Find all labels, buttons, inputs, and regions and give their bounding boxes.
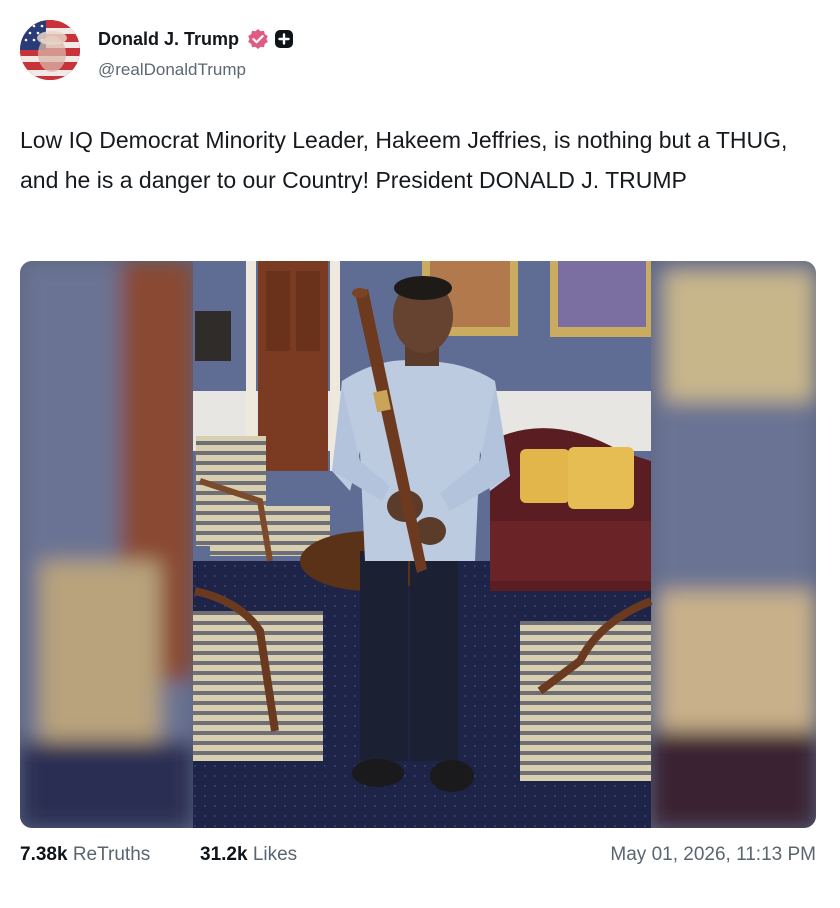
- author-handle[interactable]: @realDonaldTrump: [98, 60, 246, 80]
- photo-content: [193, 261, 653, 828]
- likes-stat[interactable]: 31.2k Likes: [200, 844, 297, 866]
- retruths-stat[interactable]: 7.38k ReTruths: [20, 844, 150, 866]
- avatar-image: [20, 20, 80, 80]
- post-footer: 7.38k ReTruths 31.2k Likes May 01, 2026,…: [20, 844, 816, 872]
- likes-count: 31.2k: [200, 844, 248, 865]
- display-name[interactable]: Donald J. Trump: [98, 29, 239, 50]
- retruths-label: ReTruths: [72, 844, 151, 865]
- verified-badge-icon: [247, 28, 269, 50]
- avatar[interactable]: [20, 20, 80, 80]
- post-header: Donald J. Trump @realDonaldTrump: [20, 20, 820, 82]
- post-text: Low IQ Democrat Minority Leader, Hakeem …: [20, 127, 788, 193]
- retruths-count: 7.38k: [20, 844, 68, 865]
- post-image[interactable]: [20, 261, 816, 828]
- post-timestamp[interactable]: May 01, 2026, 11:13 PM: [610, 844, 816, 866]
- plus-badge-icon: [275, 30, 294, 48]
- likes-label: Likes: [252, 844, 298, 865]
